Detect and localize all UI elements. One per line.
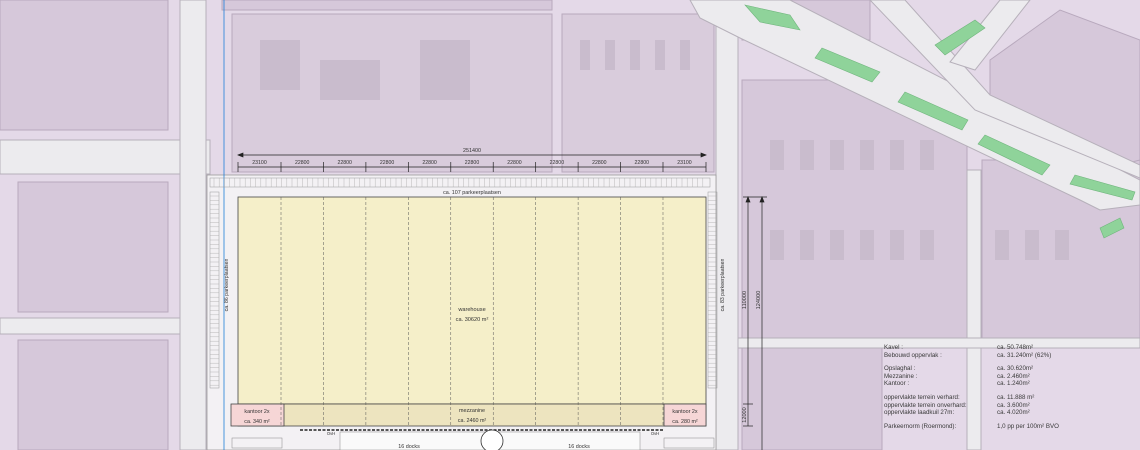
mezzanine-area: ca. 2460 m²	[458, 418, 487, 424]
bay-dimension-label: 22800	[592, 160, 607, 166]
building-block	[231, 13, 553, 173]
legend-value: ca. 50.748m²	[997, 344, 1034, 351]
bay-dimension-label: 22800	[465, 160, 480, 166]
legend-value: ca. 3.600m²	[997, 401, 1030, 409]
bay-dimension-label: 22800	[295, 160, 310, 166]
legend-row: Parkeernorm (Roermond): 1,0 pp per 100m² …	[884, 423, 1134, 431]
legend-value: 1,0 pp per 100m² BVO	[997, 422, 1059, 430]
office-right-label: kantoor 2x	[672, 409, 697, 415]
office-left-label: kantoor 2x	[244, 409, 269, 415]
legend-value: ca. 31.240m² (62%)	[997, 351, 1052, 359]
legend-value: ca. 2.460m²	[997, 372, 1030, 380]
legend-value: ca. 11.888 m²	[997, 393, 1035, 401]
building-block	[561, 13, 715, 173]
depth-mezzanine-label: 12000	[742, 407, 748, 423]
bay-dimension-label: 23100	[677, 160, 692, 166]
bay-dimension-label: 22800	[550, 160, 565, 166]
bay-dimension-label: 22800	[380, 160, 395, 166]
legend-label: oppervlakte laadkuil 27m:	[884, 409, 955, 417]
building-block	[741, 345, 883, 450]
legend-label: Opslaghal :	[884, 365, 916, 373]
office-left-area: ca. 340 m²	[244, 419, 270, 425]
building-block	[17, 181, 169, 313]
building-block	[0, 0, 169, 131]
legend-value: ca. 30.620m²	[997, 365, 1034, 373]
legend-row: Bebouwd oppervlak : ca. 31.240m² (62%)	[884, 352, 1134, 360]
building-block	[17, 339, 169, 450]
legend-group: Kavel : ca. 50.748m² Bebouwd oppervlak : ca…	[884, 344, 1134, 359]
legend-row: Kantoor : ca. 1.240m²	[884, 380, 1134, 388]
legend-label: Parkeernorm (Roermond):	[884, 422, 957, 430]
building-block	[221, 0, 553, 11]
road	[0, 139, 211, 175]
legend-row: Mezzanine : ca. 2.460m²	[884, 373, 1134, 381]
ovh-left-label: OvH	[327, 431, 335, 436]
legend-value: ca. 4.020m²	[997, 409, 1030, 417]
legend-label: oppervlakte terrein verhard:	[884, 393, 960, 401]
warehouse-area: ca. 30620 m²	[456, 317, 489, 323]
turning-circle	[480, 429, 504, 450]
legend-group: oppervlakte terrein verhard: ca. 11.888 m…	[884, 394, 1134, 417]
bay-dimension-label: 22800	[635, 160, 650, 166]
docks-left-label: 16 docks	[398, 444, 420, 450]
total-width-label: 251400	[463, 148, 481, 154]
legend-group: Parkeernorm (Roermond): 1,0 pp per 100m² …	[884, 423, 1134, 431]
legend-label: Mezzanine :	[884, 372, 918, 380]
road	[0, 317, 211, 335]
bay-dimension-label: 23100	[252, 160, 267, 166]
site-statistics-legend: Kavel : ca. 50.748m² Bebouwd oppervlak : ca…	[884, 344, 1134, 436]
legend-label: Kavel :	[884, 344, 903, 351]
depth-warehouse-label: 110000	[742, 291, 748, 309]
parking-right-label: ca. 83 parkeerplaatsen	[720, 259, 726, 312]
warehouse-hall	[237, 196, 707, 405]
legend-label: Bebouwd oppervlak :	[884, 351, 942, 359]
ovh-right-label: OvH	[651, 431, 659, 436]
legend-row: oppervlakte terrein onverhard: ca. 3.600m…	[884, 402, 1134, 410]
road	[715, 0, 739, 450]
legend-row: Kavel : ca. 50.748m²	[884, 344, 1134, 352]
legend-row: oppervlakte terrein verhard: ca. 11.888 m…	[884, 394, 1134, 402]
legend-row: oppervlakte laadkuil 27m: ca. 4.020m²	[884, 409, 1134, 417]
legend-label: Kantoor :	[884, 380, 910, 388]
office-right-area: ca. 280 m²	[672, 419, 698, 425]
legend-row: Opslaghal : ca. 30.620m²	[884, 365, 1134, 373]
parking-left-label: ca. 86 parkeerplaatsen	[224, 259, 230, 312]
legend-value: ca. 1.240m²	[997, 380, 1030, 388]
legend-label: oppervlakte terrein onverhard:	[884, 401, 967, 409]
depth-total-label: 124000	[756, 291, 762, 310]
mezzanine-label: mezzanine	[459, 408, 485, 414]
parking-top-label: ca. 107 parkeerplaatsen	[443, 190, 501, 196]
bay-dimension-label: 22800	[422, 160, 437, 166]
legend-group: Opslaghal : ca. 30.620m² Mezzanine : ca. 2.…	[884, 365, 1134, 388]
bay-dimension-label: 22800	[337, 160, 352, 166]
docks-right-label: 16 docks	[568, 444, 590, 450]
bay-dimension-label: 22800	[507, 160, 522, 166]
road	[179, 0, 207, 450]
warehouse-label: warehouse	[457, 307, 485, 313]
